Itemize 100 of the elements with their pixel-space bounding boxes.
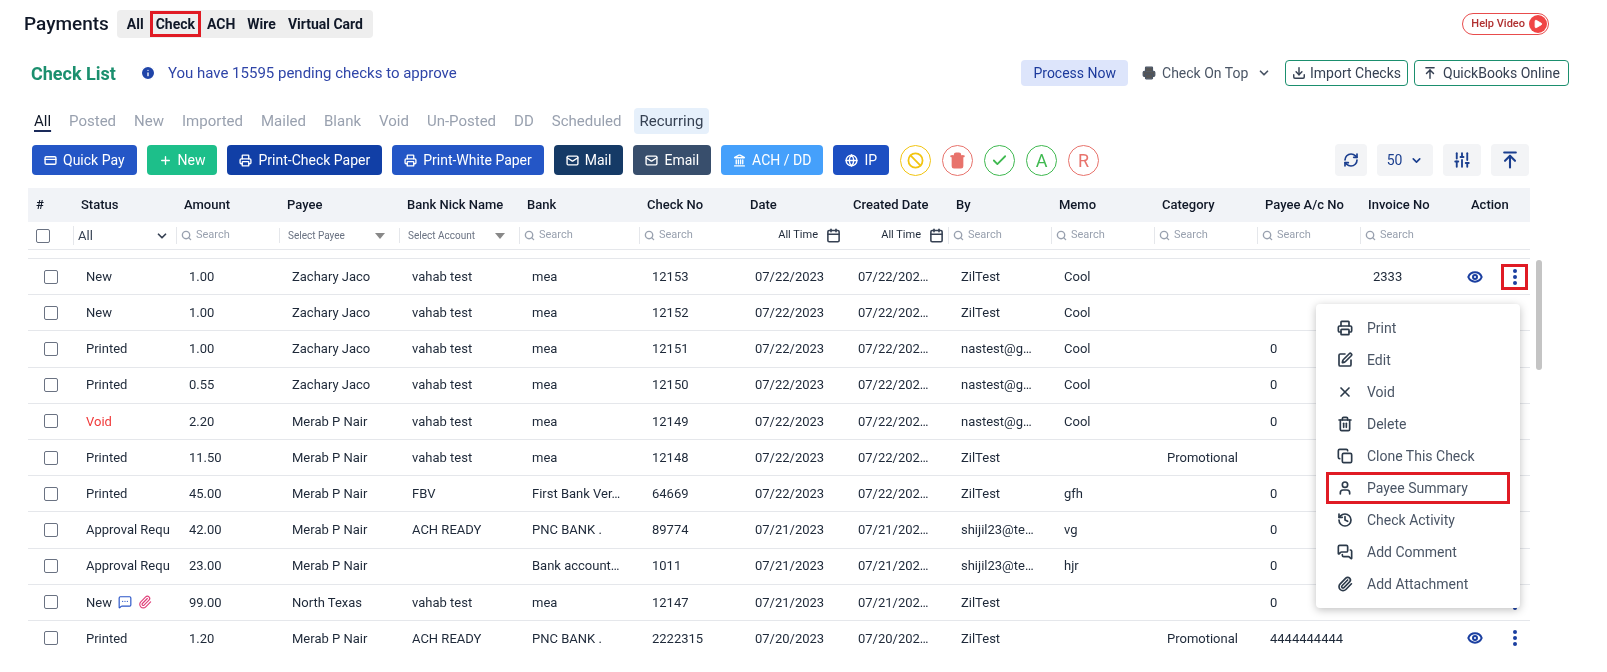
table-cell: vahab test	[412, 305, 473, 321]
menu-item[interactable]: Check Activity	[1326, 504, 1510, 536]
menu-item[interactable]: Clone This Check	[1326, 440, 1510, 472]
scroll-top-button[interactable]	[1491, 144, 1529, 176]
comment-icon[interactable]	[117, 595, 132, 610]
row-checkbox[interactable]	[44, 631, 58, 646]
row-checkbox[interactable]	[44, 486, 58, 501]
printer-icon	[1142, 66, 1157, 80]
table-cell: 23.00	[189, 558, 222, 574]
row-checkbox[interactable]	[44, 450, 58, 465]
date-filter[interactable]: All Time	[845, 227, 948, 244]
quickbooks-button[interactable]: QuickBooks Online	[1414, 60, 1569, 86]
toolbar-button[interactable]: Print-Check Paper	[227, 145, 383, 175]
row-checkbox[interactable]	[44, 414, 58, 429]
table-cell: 07/22/202…	[858, 485, 929, 501]
table-cell: mea	[532, 449, 558, 465]
table-cell: 0	[1270, 485, 1278, 501]
column-settings-button[interactable]	[1443, 144, 1481, 176]
table-cell: Merab P Nair	[292, 449, 368, 465]
refresh-button[interactable]	[1335, 144, 1367, 176]
payment-type-tab[interactable]: Wire	[241, 11, 282, 37]
page-size-select[interactable]: 50	[1377, 144, 1433, 176]
toolbar-button[interactable]: IP	[833, 145, 889, 175]
search-icon	[1365, 230, 1376, 241]
status-text: New	[86, 593, 112, 612]
table-cell: Zachary Jaco	[292, 268, 371, 284]
search-icon	[1056, 230, 1067, 241]
print-mode-dropdown[interactable]: Check On Top	[1134, 60, 1280, 86]
toolbar-button[interactable]: Mail	[553, 145, 624, 175]
table-cell: Merab P Nair	[292, 558, 368, 574]
payment-type-tab[interactable]: ACH	[201, 11, 242, 37]
toolbar-button[interactable]: Email	[633, 145, 712, 175]
row-checkbox[interactable]	[44, 522, 58, 537]
status-tab[interactable]: Recurring	[633, 108, 710, 134]
scrollbar[interactable]	[1536, 260, 1542, 370]
table-cell: 64669	[652, 485, 689, 501]
more-icon	[1512, 630, 1517, 647]
search-icon	[644, 230, 655, 241]
import-checks-button[interactable]: Import Checks	[1285, 60, 1408, 86]
trash-icon	[1337, 416, 1353, 432]
row-checkbox[interactable]	[44, 595, 58, 610]
table-cell: 07/22/2023	[755, 268, 825, 284]
table-cell: mea	[532, 377, 558, 393]
table-cell: PNC BANK .	[532, 630, 602, 646]
payment-type-tab[interactable]: Check	[149, 11, 201, 37]
table-cell: mea	[532, 268, 558, 284]
row-checkbox[interactable]	[44, 341, 58, 356]
table-cell: 0	[1270, 522, 1278, 538]
table-cell: Merab P Nair	[292, 485, 368, 501]
menu-item[interactable]: Void	[1326, 376, 1510, 408]
dropdown-field[interactable]: Select Account	[399, 228, 513, 243]
status-text: Printed	[86, 448, 128, 467]
view-icon[interactable]	[1467, 630, 1483, 647]
paperclip-icon[interactable]	[137, 595, 152, 610]
menu-item[interactable]: Print	[1326, 312, 1510, 344]
status-filter[interactable]: All	[73, 225, 169, 246]
row-checkbox[interactable]	[44, 305, 58, 320]
table-cell: 1.00	[189, 305, 215, 321]
info-icon	[139, 65, 156, 81]
date-filter[interactable]: All Time	[742, 227, 845, 244]
table-cell: Cool	[1064, 413, 1091, 429]
dropdown-field[interactable]: Select Payee	[279, 228, 393, 243]
row-checkbox[interactable]	[44, 378, 58, 393]
table-cell: 2333	[1373, 268, 1403, 284]
table-cell: ACH READY	[412, 522, 482, 538]
search-icon	[1159, 230, 1170, 241]
column-header: Payee	[286, 196, 324, 215]
table-cell: 07/22/202…	[858, 341, 929, 357]
row-checkbox[interactable]	[44, 559, 58, 574]
status-text: New	[86, 304, 112, 323]
row-menu-button[interactable]	[1501, 263, 1528, 290]
refresh-icon	[1343, 152, 1359, 168]
menu-item[interactable]: Add Comment	[1326, 536, 1510, 568]
row-checkbox[interactable]	[44, 269, 58, 284]
menu-item[interactable]: Add Attachment	[1326, 568, 1510, 600]
calendar-icon	[929, 228, 944, 243]
menu-item[interactable]: Delete	[1326, 408, 1510, 440]
select-all-checkbox[interactable]	[36, 228, 50, 243]
more-icon	[1512, 268, 1517, 285]
table-cell: 1.00	[189, 341, 215, 357]
payment-type-tab[interactable]: Virtual Card	[281, 11, 369, 37]
payment-type-tab[interactable]: All	[120, 11, 150, 37]
table-cell: Promotional	[1167, 630, 1238, 646]
table-cell: ZilTest	[961, 594, 1001, 610]
menu-item[interactable]: Edit	[1326, 344, 1510, 376]
status-text: Printed	[86, 340, 128, 359]
table-cell: mea	[532, 413, 558, 429]
table-cell: 07/22/2023	[755, 341, 825, 357]
column-header: Payee A/c No	[1264, 196, 1345, 215]
menu-item[interactable]: Payee Summary	[1326, 472, 1510, 504]
status-tab[interactable]: All	[28, 108, 58, 134]
process-now-button[interactable]: Process Now	[1021, 60, 1129, 86]
table-cell: Bank account…	[532, 558, 620, 574]
toolbar-button[interactable]: Quick Pay	[32, 145, 137, 175]
table-cell: 07/22/2023	[755, 449, 825, 465]
envelope-icon	[645, 153, 659, 167]
view-icon[interactable]	[1467, 268, 1483, 285]
table-cell: 12147	[652, 594, 689, 610]
table-cell: 07/21/2023	[755, 594, 825, 610]
toolbar-button[interactable]: Print-White Paper	[392, 145, 544, 175]
